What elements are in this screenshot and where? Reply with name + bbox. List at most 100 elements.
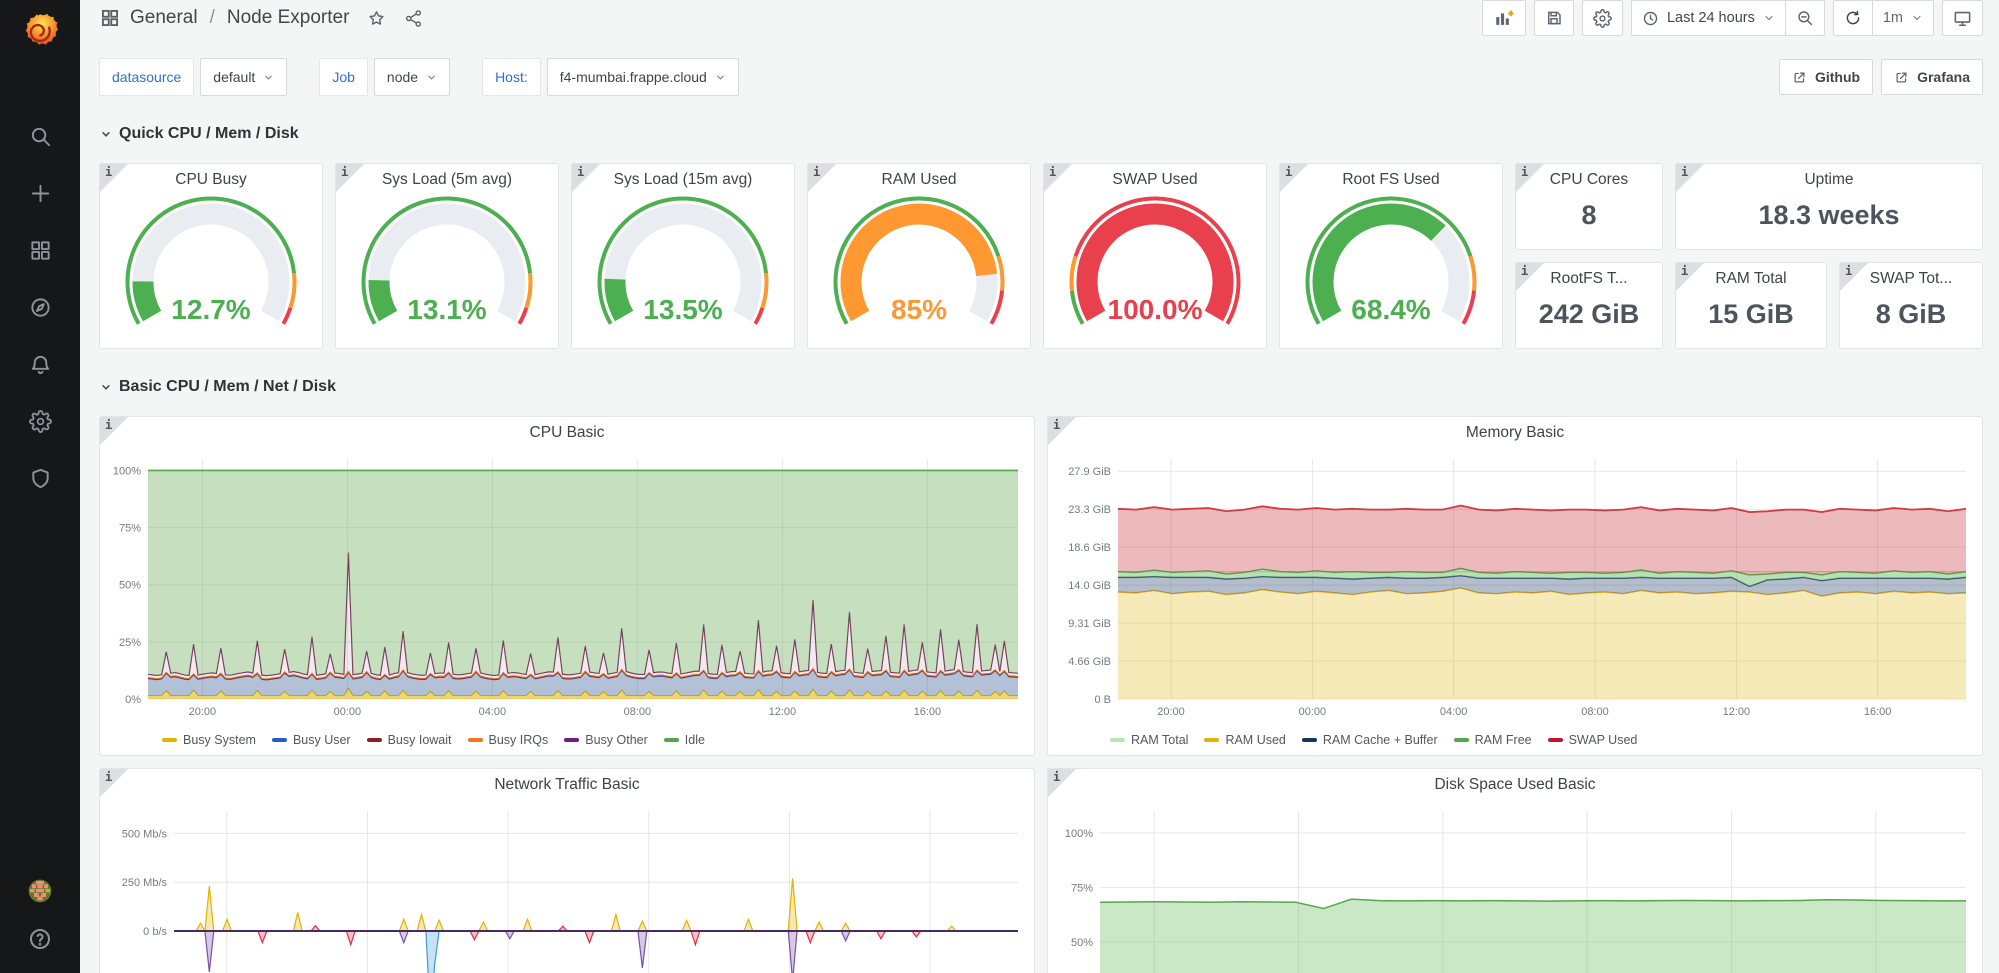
panel-info-corner[interactable]: i xyxy=(100,417,128,445)
cycle-view-button[interactable] xyxy=(1942,0,1983,36)
panel-info-corner[interactable]: i xyxy=(1516,164,1544,192)
section-quick-cpu[interactable]: Quick CPU / Mem / Disk xyxy=(99,123,1983,145)
svg-text:50%: 50% xyxy=(119,580,141,592)
server-admin-icon[interactable] xyxy=(28,466,52,490)
panel-info-corner[interactable]: i xyxy=(336,164,364,192)
panel-title[interactable]: Network Traffic Basic xyxy=(100,769,1034,797)
stat-panel: iUptime18.3 weeks xyxy=(1675,163,1983,250)
legend-item[interactable]: Busy System xyxy=(162,733,256,747)
chevron-down-icon xyxy=(1911,12,1923,24)
panel-title[interactable]: Disk Space Used Basic xyxy=(1048,769,1982,797)
zoom-out-button[interactable] xyxy=(1785,1,1824,35)
gauge-panel: iSys Load (15m avg) 13.5% xyxy=(571,163,795,349)
legend-item[interactable]: Busy Iowait xyxy=(367,733,452,747)
variable-label-1: Job xyxy=(319,58,368,96)
breadcrumb-folder[interactable]: General xyxy=(130,7,198,29)
panel-info-corner[interactable]: i xyxy=(1048,769,1076,797)
time-picker: Last 24 hours xyxy=(1631,0,1825,36)
refresh-button[interactable] xyxy=(1834,1,1872,35)
variable-value-0[interactable]: default xyxy=(200,58,287,96)
panel-info-corner[interactable]: i xyxy=(1048,417,1076,445)
chart-plot: 0%25%50%75%100%20:0000:0004:0008:0012:00… xyxy=(1054,803,1972,973)
legend-item[interactable]: RAM Cache + Buffer xyxy=(1302,733,1438,747)
svg-text:100%: 100% xyxy=(113,465,141,477)
gauge-value: 13.5% xyxy=(643,294,722,325)
panel-title[interactable]: CPU Basic xyxy=(100,417,1034,445)
panel-info-corner[interactable]: i xyxy=(1676,263,1704,291)
svg-text:75%: 75% xyxy=(1071,882,1093,894)
svg-text:04:00: 04:00 xyxy=(1440,706,1468,718)
dashboard-link-github[interactable]: Github xyxy=(1779,59,1873,95)
section-basic-cpu[interactable]: Basic CPU / Mem / Net / Disk xyxy=(99,376,1983,398)
panel-title[interactable]: Uptime xyxy=(1676,164,1982,192)
variable-value-1[interactable]: node xyxy=(374,58,450,96)
panel-info-corner[interactable]: i xyxy=(100,164,128,192)
dashboards-icon[interactable] xyxy=(28,238,52,262)
gauge-row: iCPU Busy12.7%iSys Load (5m avg)13.1%iSy… xyxy=(99,163,1983,349)
panel-title[interactable]: Memory Basic xyxy=(1048,417,1982,445)
breadcrumb-dashboard[interactable]: Node Exporter xyxy=(227,7,350,29)
panel-title[interactable]: Sys Load (5m avg) xyxy=(336,164,558,192)
stat-panel: iRAM Total15 GiB xyxy=(1675,262,1827,349)
svg-text:04:00: 04:00 xyxy=(479,706,507,718)
dashboard-settings-button[interactable] xyxy=(1582,0,1623,36)
alerting-icon[interactable] xyxy=(28,352,52,376)
panel-info-corner[interactable]: i xyxy=(1516,263,1544,291)
svg-text:20:00: 20:00 xyxy=(189,706,217,718)
grafana-app: General / Node Exporter Last 24 hours xyxy=(0,0,1999,973)
explore-icon[interactable] xyxy=(28,295,52,319)
panel-title[interactable]: Sys Load (15m avg) xyxy=(572,164,794,192)
panel-info-corner[interactable]: i xyxy=(1280,164,1308,192)
grafana-logo[interactable] xyxy=(18,10,62,54)
submenu: datasource default Job node Host: f4-mum… xyxy=(80,58,1999,96)
gauge-value: 13.1% xyxy=(407,294,486,325)
gauge-panel: iCPU Busy 12.7% xyxy=(99,163,323,349)
panel-title[interactable]: SWAP Used xyxy=(1044,164,1266,192)
time-range-button[interactable]: Last 24 hours xyxy=(1632,1,1785,35)
panel-info-corner[interactable]: i xyxy=(572,164,600,192)
legend-item[interactable]: Busy Other xyxy=(564,733,648,747)
panel-info-corner[interactable]: i xyxy=(1676,164,1704,192)
legend-item[interactable]: SWAP Used xyxy=(1548,733,1638,747)
add-panel-button[interactable] xyxy=(1482,0,1526,36)
svg-text:250 Mb/s: 250 Mb/s xyxy=(122,877,168,889)
refresh-interval-button[interactable]: 1m xyxy=(1872,1,1933,35)
panel-title[interactable]: Root FS Used xyxy=(1280,164,1502,192)
help-icon[interactable] xyxy=(28,927,52,951)
legend-item[interactable]: RAM Free xyxy=(1454,733,1532,747)
star-icon[interactable] xyxy=(367,9,386,28)
stat-panel: iRootFS T...242 GiB xyxy=(1515,262,1663,349)
chart-plot: 0 B4.66 GiB9.31 GiB14.0 GiB18.6 GiB23.3 … xyxy=(1054,451,1972,723)
legend-item[interactable]: Busy User xyxy=(272,733,351,747)
svg-text:16:00: 16:00 xyxy=(1864,706,1892,718)
user-avatar[interactable] xyxy=(28,879,52,903)
gauge-value: 12.7% xyxy=(171,294,250,325)
legend-item[interactable]: Idle xyxy=(664,733,705,747)
panel-info-corner[interactable]: i xyxy=(100,769,128,797)
share-icon[interactable] xyxy=(404,9,423,28)
dashboard-link-grafana[interactable]: Grafana xyxy=(1881,59,1983,95)
dashboard: Quick CPU / Mem / Disk iCPU Busy12.7%iSy… xyxy=(80,96,1999,973)
gauge-value: 68.4% xyxy=(1351,294,1430,325)
legend-item[interactable]: Busy IRQs xyxy=(468,733,549,747)
variable-label-2: Host: xyxy=(482,58,541,96)
panel-info-corner[interactable]: i xyxy=(808,164,836,192)
legend-item[interactable]: RAM Total xyxy=(1110,733,1188,747)
save-dashboard-button[interactable] xyxy=(1534,0,1574,36)
svg-text:00:00: 00:00 xyxy=(334,706,362,718)
stat-value: 8 GiB xyxy=(1840,299,1982,330)
variable-value-2[interactable]: f4-mumbai.frappe.cloud xyxy=(547,58,739,96)
panel-info-corner[interactable]: i xyxy=(1840,263,1868,291)
create-icon[interactable] xyxy=(28,181,52,205)
panel-title[interactable]: RAM Used xyxy=(808,164,1030,192)
configuration-icon[interactable] xyxy=(28,409,52,433)
svg-text:08:00: 08:00 xyxy=(1581,706,1609,718)
stat-panel: iCPU Cores8 xyxy=(1515,163,1663,250)
svg-text:08:00: 08:00 xyxy=(624,706,652,718)
gauge-panel: iRoot FS Used 68.4% xyxy=(1279,163,1503,349)
legend-item[interactable]: RAM Used xyxy=(1204,733,1285,747)
panel-title[interactable]: CPU Busy xyxy=(100,164,322,192)
search-icon[interactable] xyxy=(28,124,52,148)
chart-panel-network-traffic-basic: iNetwork Traffic Basic-500 Mb/s-250 Mb/s… xyxy=(99,768,1035,973)
panel-info-corner[interactable]: i xyxy=(1044,164,1072,192)
